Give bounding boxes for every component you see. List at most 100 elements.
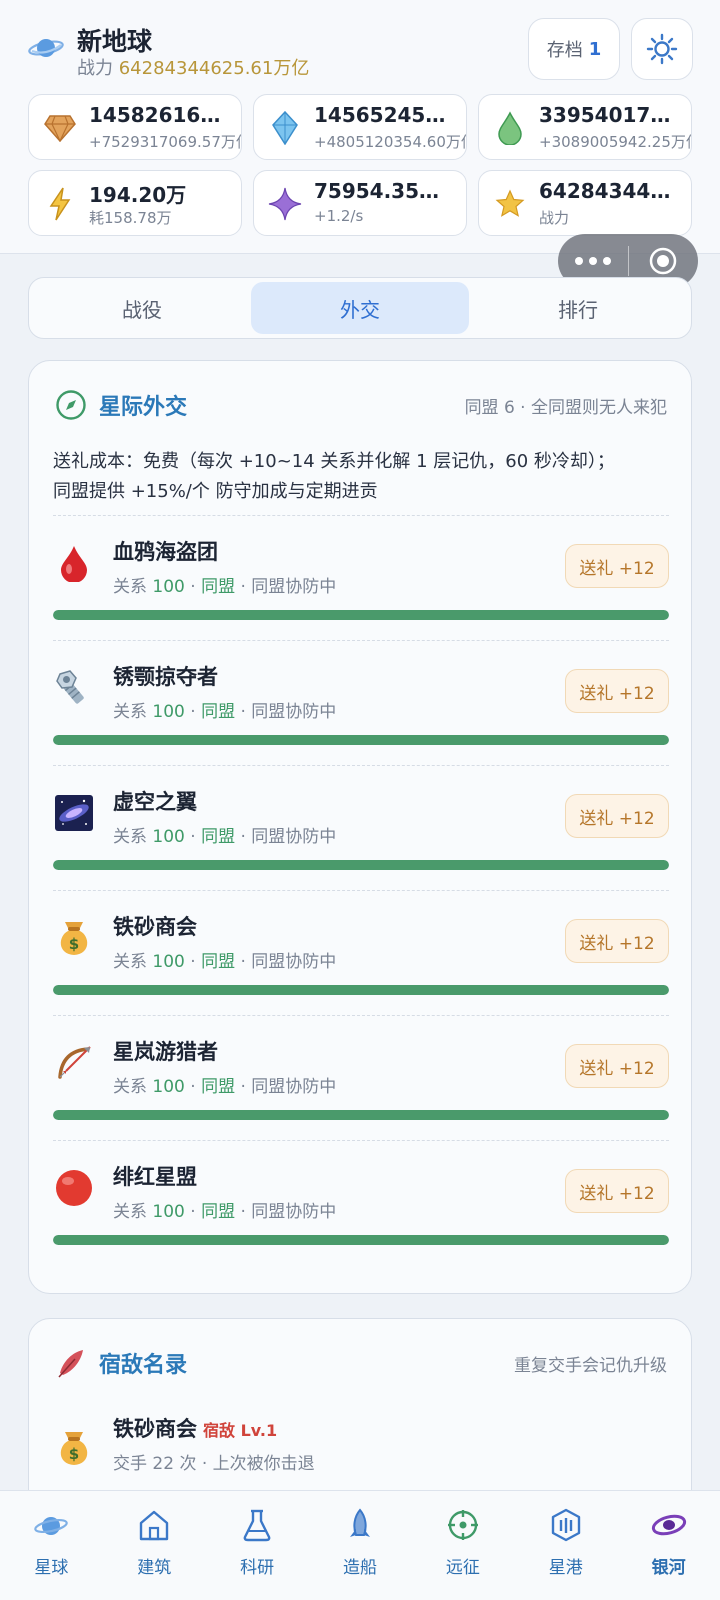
hex-port-icon — [551, 1508, 580, 1542]
resource-amber: 14582616… +7529317069.57万亿/s — [28, 94, 242, 160]
relation-bar-fill — [53, 735, 669, 745]
resource-rate: +7529317069.57万亿/s — [89, 133, 241, 151]
resource-energy: 194.20万 耗158.78万 — [28, 170, 242, 236]
ally-status: 同盟 — [201, 827, 236, 847]
nemesis-title: 宿敌名录 — [99, 1353, 188, 1378]
purple-star-icon — [268, 187, 302, 221]
crosshair-icon — [447, 1510, 478, 1540]
save-slot-button[interactable]: 存档 1 — [528, 18, 620, 80]
bolt-nut-icon — [53, 667, 95, 709]
relation-bar-fill — [53, 1110, 669, 1120]
resource-value: 14565245… — [314, 103, 446, 127]
faction-row: $ 铁砂商会 关系 100 · 同盟 · 同盟协防中 送礼 +12 — [53, 890, 669, 1015]
resource-value: 194.20万 — [89, 183, 187, 207]
ally-status: 同盟 — [201, 1202, 236, 1222]
nav-galaxy[interactable]: 银河 — [617, 1491, 720, 1600]
section-tabs: 战役 外交 排行 — [28, 277, 692, 339]
red-circle-icon — [53, 1167, 95, 1209]
blue-crystal-icon — [268, 111, 302, 145]
gift-button[interactable]: 送礼 +12 — [565, 1044, 669, 1088]
settings-button[interactable] — [631, 18, 693, 80]
power-readout: 战力 64284344625.61万亿 — [77, 54, 309, 80]
save-number: 1 — [588, 38, 602, 60]
nav-expedition[interactable]: 远征 — [411, 1491, 514, 1600]
feather-pen-icon — [58, 1350, 83, 1378]
ally-status: 同盟 — [201, 577, 236, 597]
ally-status: 同盟 — [201, 702, 236, 722]
rocket-icon — [350, 1508, 370, 1537]
faction-name: 星岚游猎者 — [113, 1040, 218, 1064]
resource-rate: +3089005942.25万亿/s — [539, 133, 691, 151]
gift-button[interactable]: 送礼 +12 — [565, 794, 669, 838]
tab-campaign[interactable]: 战役 — [33, 282, 251, 334]
svg-text:$: $ — [69, 935, 79, 953]
gift-button[interactable]: 送礼 +12 — [565, 544, 669, 588]
relation-bar — [53, 735, 669, 745]
faction-row: 血鸦海盗团 关系 100 · 同盟 · 同盟协防中 送礼 +12 — [53, 515, 669, 640]
nemesis-name: 铁砂商会 宿敌 Lv.1 — [113, 1417, 278, 1441]
svg-text:$: $ — [69, 1445, 79, 1463]
relation-value: 100 — [152, 1202, 185, 1222]
galaxy-eye-icon — [651, 1514, 686, 1536]
faction-name: 血鸦海盗团 — [113, 540, 218, 564]
lightning-icon — [43, 187, 77, 221]
faction-name: 锈颚掠夺者 — [113, 665, 218, 689]
amber-gem-icon — [43, 111, 77, 145]
faction-meta: 关系 100 · 同盟 · 同盟协防中 — [113, 827, 337, 847]
relation-value: 100 — [152, 827, 185, 847]
relation-value: 100 — [152, 577, 185, 597]
gold-star-icon — [493, 187, 527, 221]
faction-state: 同盟协防中 — [251, 1077, 337, 1097]
diplomacy-card: 星际外交 同盟 6 · 全同盟则无人来犯 送礼成本：免费（每次 +10~14 关… — [28, 360, 692, 1294]
tab-ranking[interactable]: 排行 — [469, 282, 687, 334]
tab-diplomacy[interactable]: 外交 — [251, 282, 469, 334]
building-icon — [140, 1510, 169, 1541]
relation-bar — [53, 860, 669, 870]
nav-building[interactable]: 建筑 — [103, 1491, 206, 1600]
planet-icon — [34, 1517, 69, 1535]
nav-shipyard[interactable]: 造船 — [309, 1491, 412, 1600]
faction-state: 同盟协防中 — [251, 952, 337, 972]
bottom-nav: 星球 建筑 科研 造船 远征 星港 银河 — [0, 1490, 720, 1600]
sun-settings-icon — [646, 33, 678, 65]
top-header: 新地球 战力 64284344625.61万亿 存档 1 14582616… +… — [0, 0, 720, 254]
gift-button[interactable]: 送礼 +12 — [565, 669, 669, 713]
nav-starport[interactable]: 星港 — [514, 1491, 617, 1600]
save-label: 存档 — [546, 40, 583, 61]
compass-icon — [56, 390, 86, 420]
nav-planet[interactable]: 星球 — [0, 1491, 103, 1600]
faction-state: 同盟协防中 — [251, 702, 337, 722]
resource-rate: 耗158.78万 — [89, 209, 172, 227]
ally-status: 同盟 — [201, 1077, 236, 1097]
faction-name: 绯红星盟 — [113, 1165, 197, 1189]
galaxy-icon — [53, 792, 95, 834]
gift-button[interactable]: 送礼 +12 — [565, 919, 669, 963]
faction-meta: 关系 100 · 同盟 · 同盟协防中 — [113, 577, 337, 597]
faction-state: 同盟协防中 — [251, 577, 337, 597]
resource-value: 14582616… — [89, 103, 221, 127]
faction-name: 铁砂商会 — [113, 915, 197, 939]
faction-row: 虚空之翼 关系 100 · 同盟 · 同盟协防中 送礼 +12 — [53, 765, 669, 890]
nemesis-entry: $ 铁砂商会 宿敌 Lv.1 交手 22 次 · 上次被你击退 — [53, 1403, 665, 1483]
money-bag-icon: $ — [53, 917, 95, 959]
relation-bar — [53, 985, 669, 995]
faction-row: 锈颚掠夺者 关系 100 · 同盟 · 同盟协防中 送礼 +12 — [53, 640, 669, 765]
resource-crystal: 14565245… +4805120354.60万亿/s — [253, 94, 467, 160]
faction-meta: 关系 100 · 同盟 · 同盟协防中 — [113, 952, 337, 972]
faction-meta: 关系 100 · 同盟 · 同盟协防中 — [113, 702, 337, 722]
relation-bar — [53, 610, 669, 620]
faction-state: 同盟协防中 — [251, 1202, 337, 1222]
resource-value: 33954017… — [539, 103, 671, 127]
gift-button[interactable]: 送礼 +12 — [565, 1169, 669, 1213]
alliance-summary: 同盟 6 · 全同盟则无人来犯 — [464, 398, 667, 418]
ally-status: 同盟 — [201, 952, 236, 972]
faction-name: 虚空之翼 — [113, 790, 197, 814]
resource-value: 75954.35… — [314, 179, 440, 203]
planet-title: 新地球 — [77, 27, 153, 56]
diplomacy-title: 星际外交 — [99, 395, 188, 420]
bow-arrow-icon — [53, 1042, 95, 1084]
money-bag-icon: $ — [53, 1427, 95, 1469]
resource-rate: 战力 — [539, 209, 570, 227]
resource-rate: +1.2/s — [314, 207, 364, 225]
nav-research[interactable]: 科研 — [206, 1491, 309, 1600]
